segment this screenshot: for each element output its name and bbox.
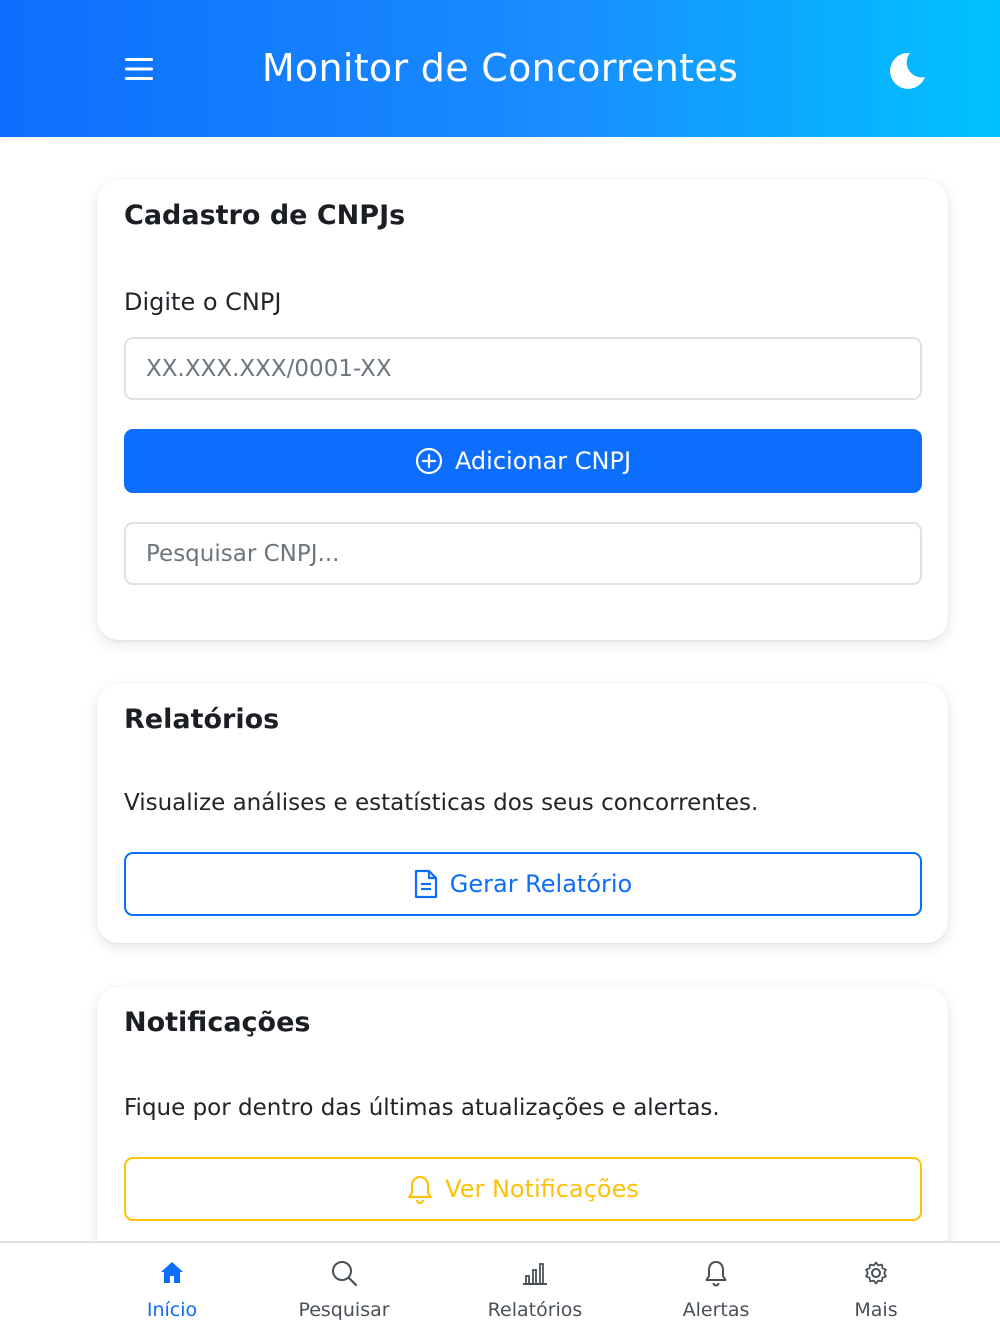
nav-item-label: Mais (854, 1299, 898, 1321)
search-icon (332, 1261, 358, 1287)
nav-item-alerts[interactable]: Alertas (641, 1257, 791, 1321)
nav-item-search[interactable]: Pesquisar (269, 1257, 419, 1321)
reports-card-description: Visualize análises e estatísticas dos se… (124, 790, 759, 816)
nav-item-label: Alertas (682, 1299, 750, 1321)
nav-item-label: Relatórios (487, 1299, 583, 1321)
plus-circle-icon (415, 447, 443, 475)
theme-toggle-button[interactable] (884, 48, 930, 94)
add-cnpj-button[interactable]: Adicionar CNPJ (124, 429, 922, 493)
notifications-card-description: Fique por dentro das últimas atualizaçõe… (124, 1095, 720, 1121)
app-header: Monitor de Concorrentes (0, 0, 1000, 137)
nav-item-label: Início (146, 1299, 198, 1321)
bell-icon (705, 1261, 727, 1287)
cnpj-register-card: Cadastro de CNPJs Digite o CNPJ Adiciona… (97, 180, 948, 640)
hamburger-icon (125, 58, 153, 80)
reports-card: Relatórios Visualize análises e estatíst… (97, 684, 948, 943)
generate-report-button[interactable]: Gerar Relatório (124, 852, 922, 916)
bar-chart-icon (523, 1263, 547, 1285)
view-notifications-button-label: Ver Notificações (445, 1175, 639, 1203)
nav-item-home[interactable]: Início (97, 1257, 247, 1321)
home-icon (161, 1262, 183, 1283)
nav-item-reports[interactable]: Relatórios (460, 1257, 610, 1321)
menu-button[interactable] (122, 52, 156, 86)
file-text-icon (414, 869, 437, 899)
cnpj-input-label: Digite o CNPJ (124, 288, 282, 316)
add-cnpj-button-label: Adicionar CNPJ (454, 447, 632, 475)
moon-icon (890, 52, 925, 89)
cnpj-card-title: Cadastro de CNPJs (124, 200, 406, 231)
nav-item-label: Pesquisar (298, 1299, 390, 1321)
generate-report-button-label: Gerar Relatório (449, 870, 633, 898)
notifications-card: Notificações Fique por dentro das última… (97, 987, 948, 1257)
bottom-navigation: Início Pesquisar Relatórios Alertas Mais (0, 1241, 1000, 1333)
nav-item-more[interactable]: Mais (801, 1257, 951, 1321)
notifications-card-title: Notificações (124, 1007, 311, 1038)
cnpj-input[interactable] (124, 337, 922, 400)
bell-icon (408, 1175, 433, 1204)
cnpj-search-input[interactable] (124, 522, 922, 585)
view-notifications-button[interactable]: Ver Notificações (124, 1157, 922, 1221)
gear-icon (865, 1261, 887, 1285)
reports-card-title: Relatórios (124, 704, 280, 735)
page-title: Monitor de Concorrentes (261, 45, 739, 90)
